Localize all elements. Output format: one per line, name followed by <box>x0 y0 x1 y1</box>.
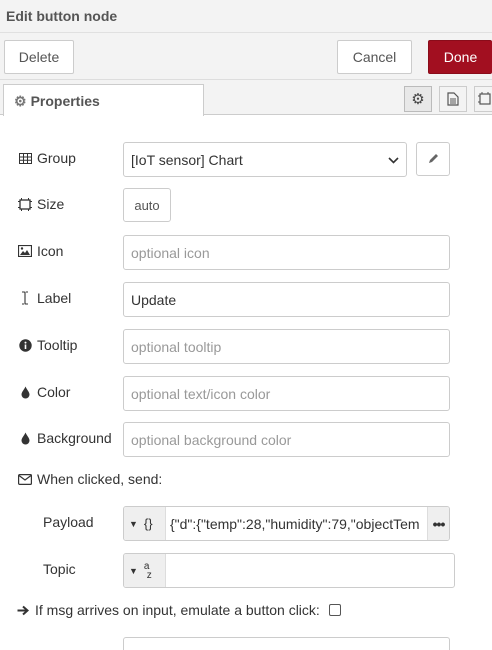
title-bar: Edit button node <box>0 0 492 33</box>
background-input[interactable]: optional background color <box>123 422 450 457</box>
topic-type-select[interactable]: ▼ a z <box>124 554 166 587</box>
group-select-value: [IoT sensor] Chart <box>131 151 243 168</box>
when-clicked-label: When clicked, send: <box>37 471 163 487</box>
dialog-title: Edit button node <box>6 8 118 24</box>
gear-icon: ⚙ <box>411 91 425 108</box>
color-input[interactable]: optional text/icon color <box>123 376 450 411</box>
expand-editor-button[interactable]: ••• <box>427 507 449 540</box>
payload-type-select[interactable]: ▼ {} <box>124 507 166 540</box>
icon-input[interactable]: optional icon <box>123 235 450 270</box>
tab-properties-label: Properties <box>30 93 100 109</box>
caret-down-icon: ▼ <box>129 518 138 529</box>
group-select[interactable]: [IoT sensor] Chart <box>123 142 407 177</box>
table-icon <box>18 152 32 164</box>
tooltip-label: Tooltip <box>37 337 78 353</box>
group-label: Group <box>37 150 76 166</box>
frame-icon <box>18 197 32 211</box>
tab-settings[interactable]: ⚙ <box>404 86 432 112</box>
group-row-label: Group <box>18 150 76 166</box>
payload-value[interactable]: {"d":{"temp":28,"humidity":79,"objectTem <box>166 516 427 532</box>
done-button[interactable]: Done <box>428 40 492 74</box>
frame-icon <box>478 92 491 105</box>
string-type-icon: a z <box>143 560 152 581</box>
emulate-label: If msg arrives on input, emulate a butto… <box>35 602 320 618</box>
info-icon <box>18 338 32 352</box>
label-input[interactable]: Update <box>123 282 450 317</box>
tab-appearance[interactable] <box>474 86 492 112</box>
tab-properties[interactable]: ⚙ Properties <box>3 84 204 116</box>
envelope-icon <box>18 473 32 485</box>
droplet-icon <box>18 432 32 445</box>
label-label: Label <box>37 290 72 306</box>
payload-label: Payload <box>43 514 94 530</box>
chevron-down-icon <box>388 153 399 167</box>
tooltip-row-label: Tooltip <box>18 337 77 353</box>
topic-typed-input[interactable]: ▼ a z <box>123 553 455 588</box>
text-cursor-icon <box>18 291 32 305</box>
color-label: Color <box>37 384 71 400</box>
arrow-right-icon <box>16 605 30 616</box>
background-label: Background <box>37 430 112 446</box>
tooltip-input[interactable]: optional tooltip <box>123 329 450 364</box>
size-row-label: Size <box>18 196 64 212</box>
color-row-label: Color <box>18 384 70 400</box>
when-clicked-row-label: When clicked, send: <box>18 471 162 487</box>
gear-icon: ⚙ <box>14 93 27 109</box>
droplet-icon <box>18 386 32 399</box>
background-row-label: Background <box>18 430 112 446</box>
emulate-row: If msg arrives on input, emulate a butto… <box>16 602 341 618</box>
icon-label: Icon <box>37 243 64 259</box>
label-row-label: Label <box>18 290 71 306</box>
payload-typed-input[interactable]: ▼ {} {"d":{"temp":28,"humidity":79,"obje… <box>123 506 450 541</box>
size-label: Size <box>37 196 65 212</box>
action-bar: Delete Cancel Done <box>0 33 492 80</box>
icon-row-label: Icon <box>18 243 63 259</box>
pencil-icon <box>428 151 439 167</box>
cancel-button[interactable]: Cancel <box>337 40 412 74</box>
delete-button[interactable]: Delete <box>4 40 74 74</box>
topic-label: Topic <box>43 561 76 577</box>
caret-down-icon: ▼ <box>129 565 138 576</box>
tab-bar: ⚙ Properties ⚙ <box>0 80 492 116</box>
size-picker-button[interactable]: auto <box>123 188 171 222</box>
tab-description[interactable] <box>439 86 467 112</box>
edit-group-button[interactable] <box>416 142 450 176</box>
emulate-checkbox[interactable] <box>328 604 341 616</box>
ellipsis-icon: ••• <box>432 515 446 532</box>
document-icon <box>447 92 459 106</box>
image-icon <box>18 245 32 257</box>
class-input[interactable] <box>123 637 450 650</box>
payload-type-glyph: {} <box>143 516 153 531</box>
